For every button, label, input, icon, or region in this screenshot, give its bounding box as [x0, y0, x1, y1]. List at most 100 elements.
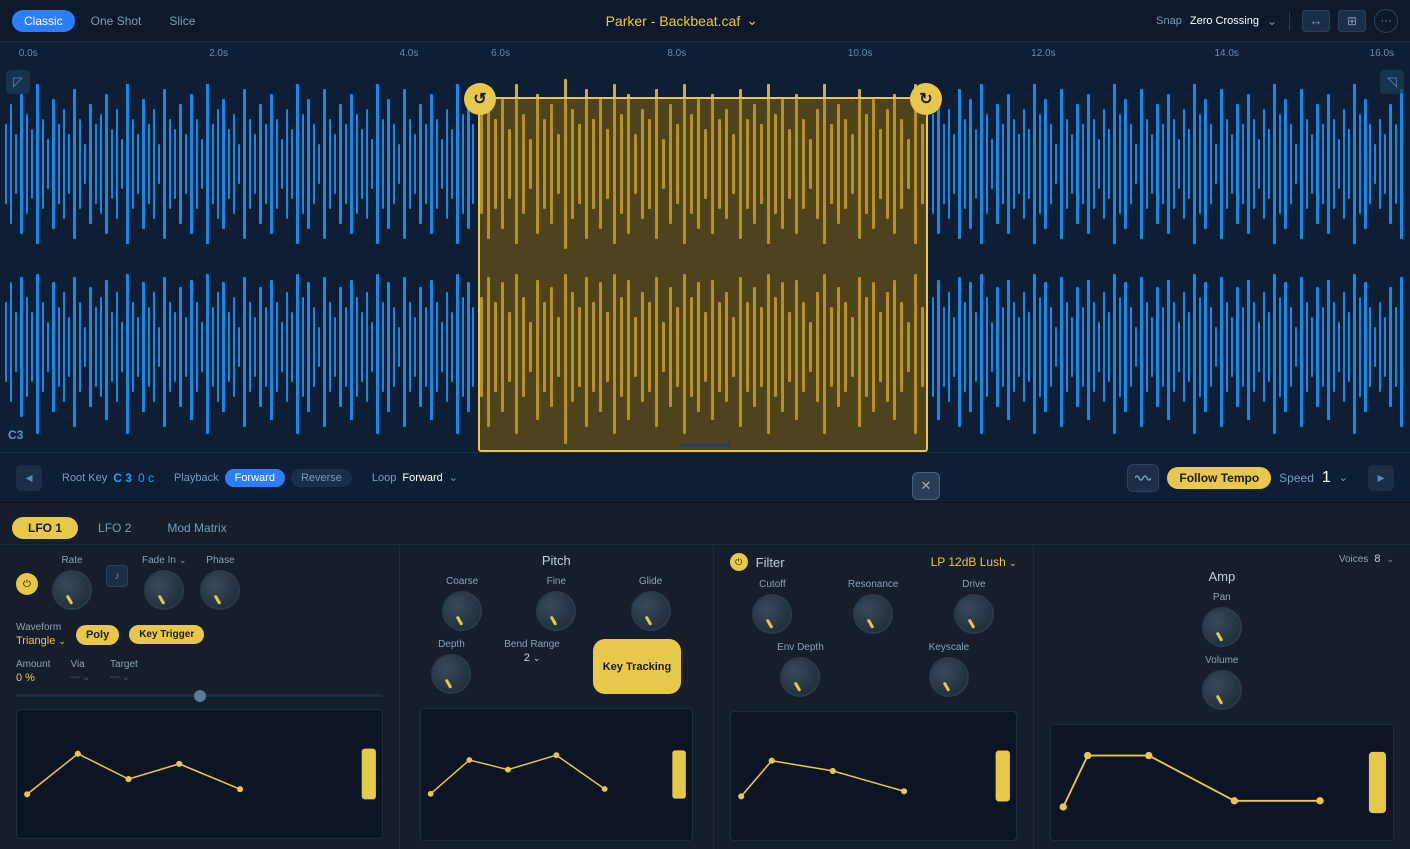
right-controls: Follow Tempo Speed 1 ⌄ — [1127, 464, 1348, 492]
amount-row: Amount 0 % Via --- ⌄ Target --- ⌄ — [16, 659, 383, 684]
cutoff-knob[interactable] — [752, 594, 792, 634]
loop-value[interactable]: Forward — [402, 472, 442, 484]
glide-knob[interactable] — [631, 591, 671, 631]
via-group: Via --- ⌄ — [70, 659, 90, 684]
amp-section: Voices 8 ⌄ Amp Pan Volume — [1034, 545, 1410, 849]
pan-knob[interactable] — [1202, 607, 1242, 647]
root-key-cents[interactable]: 0 c — [138, 471, 154, 485]
bottom-controls-bar: ◂ Root Key C 3 0 c Playback Forward Reve… — [0, 452, 1410, 502]
snap-chevron-icon[interactable]: ⌄ — [1267, 14, 1277, 28]
nav-corner-tr-btn[interactable]: ◹ — [1380, 70, 1404, 94]
note-icon-btn[interactable]: ♪ — [106, 565, 128, 587]
waveform-view-btn[interactable] — [1127, 464, 1159, 492]
mod-matrix-tab[interactable]: Mod Matrix — [151, 517, 242, 539]
more-btn[interactable]: ··· — [1374, 9, 1398, 33]
waveform-top-svg — [0, 64, 1410, 264]
snap-value[interactable]: Zero Crossing — [1190, 15, 1259, 27]
speed-value[interactable]: 1 — [1322, 469, 1331, 487]
pitch-depth-knob[interactable] — [431, 654, 471, 694]
mode-oneshot-btn[interactable]: One Shot — [79, 10, 154, 32]
root-key-label: Root Key — [62, 472, 107, 484]
resonance-knob[interactable] — [853, 594, 893, 634]
time-0: 0.0s — [19, 48, 38, 59]
env-depth-knob[interactable] — [780, 657, 820, 697]
coarse-knob-group: Coarse — [442, 576, 482, 631]
filter-power-btn[interactable]: ⏻ — [730, 553, 748, 571]
header-right-controls: Snap Zero Crossing ⌄ ↔ ⊞ ··· — [1156, 9, 1398, 33]
via-label: Via — [70, 659, 90, 670]
waveform-value[interactable]: Triangle ⌄ — [16, 635, 66, 647]
waveform-chevron-icon[interactable]: ⌄ — [58, 636, 66, 646]
fadein-chevron-icon[interactable]: ⌄ — [179, 555, 187, 566]
target-chevron-icon[interactable]: ⌄ — [122, 672, 130, 683]
loop-label: Loop — [372, 472, 396, 484]
fine-label: Fine — [547, 576, 566, 587]
time-6: 6.0s — [491, 48, 510, 59]
loop-chevron-icon[interactable]: ⌄ — [449, 471, 458, 484]
voices-row: Voices 8 ⌄ — [1050, 553, 1394, 565]
amount-value[interactable]: 0 % — [16, 672, 50, 684]
rate-label: Rate — [61, 555, 82, 566]
nav-left-btn[interactable]: ◂ — [16, 465, 42, 491]
fadein-knob-group: Fade In ⌄ — [142, 555, 186, 610]
filter-type-chevron-icon[interactable]: ⌄ — [1009, 558, 1017, 568]
reverse-btn[interactable]: Reverse — [291, 469, 352, 487]
glide-knob-group: Glide — [631, 576, 671, 631]
playback-label: Playback — [174, 472, 219, 484]
amount-slider-thumb[interactable] — [194, 690, 206, 702]
speed-chevron-icon[interactable]: ⌄ — [1339, 471, 1348, 484]
time-ruler: 0.0s 2.0s 4.0s 6.0s 8.0s 10.0s 12.0s 14.… — [0, 42, 1410, 64]
volume-knob[interactable] — [1202, 670, 1242, 710]
mode-classic-btn[interactable]: Classic — [12, 10, 75, 32]
phase-knob[interactable] — [200, 570, 240, 610]
voices-chevron-icon[interactable]: ⌄ — [1386, 554, 1394, 565]
amount-slider[interactable] — [16, 694, 383, 697]
voices-value[interactable]: 8 — [1374, 553, 1380, 565]
time-2: 2.0s — [209, 48, 228, 59]
filter-title: Filter — [756, 555, 785, 570]
poly-btn[interactable]: Poly — [76, 625, 119, 645]
key-trigger-btn[interactable]: Key Trigger — [129, 625, 204, 644]
lfo-controls-row: ⏻ Rate ♪ Fade In ⌄ Phase — [16, 555, 383, 610]
cutoff-label: Cutoff — [759, 579, 786, 590]
fadein-knob[interactable] — [144, 570, 184, 610]
bend-range-value[interactable]: 2 — [524, 652, 530, 664]
filter-type[interactable]: LP 12dB Lush ⌄ — [931, 555, 1017, 569]
fine-knob[interactable] — [536, 591, 576, 631]
mode-slice-btn[interactable]: Slice — [157, 10, 207, 32]
bend-range-chevron-icon[interactable]: ⌄ — [533, 653, 541, 664]
waveform-select-group: Waveform Triangle ⌄ — [16, 622, 66, 647]
chevron-down-icon[interactable]: ⌄ — [746, 12, 758, 29]
lfo2-tab[interactable]: LFO 2 — [82, 517, 147, 539]
root-key-value[interactable]: C 3 — [113, 471, 132, 485]
coarse-knob[interactable] — [442, 591, 482, 631]
resize-btn[interactable]: ⊞ — [1338, 10, 1366, 32]
nav-corner-tl-btn[interactable]: ◸ — [6, 70, 30, 94]
via-value[interactable]: --- — [70, 672, 80, 683]
lfo-power-btn[interactable]: ⏻ — [16, 573, 38, 595]
filter-header: ⏻ Filter LP 12dB Lush ⌄ — [730, 553, 1017, 571]
follow-tempo-btn[interactable]: Follow Tempo — [1167, 467, 1271, 489]
fit-width-btn[interactable]: ↔ — [1302, 10, 1330, 32]
waveform-val-text: Triangle — [16, 635, 55, 647]
via-chevron-icon[interactable]: ⌄ — [82, 672, 90, 683]
target-value[interactable]: --- — [110, 672, 120, 683]
key-tracking-btn[interactable]: Key Tracking — [593, 639, 681, 694]
lfo-bottom-row: Waveform Triangle ⌄ Poly Key Trigger — [16, 622, 383, 647]
lfo1-tab[interactable]: LFO 1 — [12, 517, 78, 539]
drive-knob-group: Drive — [954, 579, 994, 634]
nav-right-btn[interactable]: ▸ — [1368, 465, 1394, 491]
amp-title: Amp — [1050, 569, 1394, 584]
drive-knob[interactable] — [954, 594, 994, 634]
volume-knob-group: Volume — [1202, 655, 1242, 710]
file-name: Parker - Backbeat.caf — [606, 13, 741, 29]
time-12: 12.0s — [1031, 48, 1055, 59]
forward-btn[interactable]: Forward — [225, 469, 285, 487]
pitch-env-graph — [420, 708, 693, 841]
cutoff-knob-group: Cutoff — [752, 579, 792, 634]
filter-bottom-knobs: Env Depth Keyscale — [730, 642, 1017, 697]
rate-knob[interactable] — [52, 570, 92, 610]
time-14: 14.0s — [1214, 48, 1238, 59]
coarse-label: Coarse — [446, 576, 478, 587]
keyscale-knob[interactable] — [929, 657, 969, 697]
